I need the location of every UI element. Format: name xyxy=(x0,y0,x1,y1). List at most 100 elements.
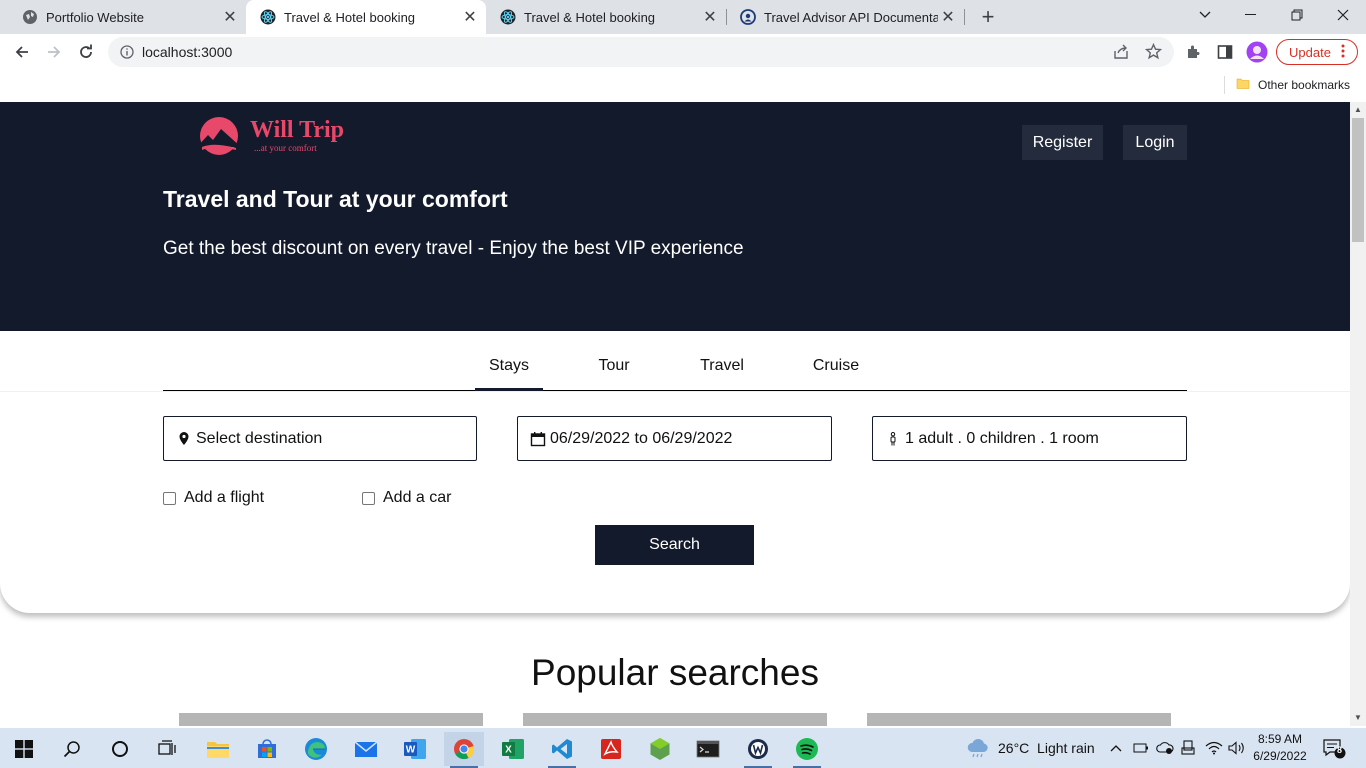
svg-text:W: W xyxy=(406,745,416,756)
add-car-checkbox[interactable]: Add a car xyxy=(362,489,451,507)
hero-title: Travel and Tour at your comfort xyxy=(163,186,508,212)
mountain-sun-icon xyxy=(197,117,241,155)
weather-text: 26°C Light rain xyxy=(998,740,1095,756)
new-tab-button[interactable]: + xyxy=(976,4,1000,29)
other-bookmarks[interactable]: Other bookmarks xyxy=(1236,76,1350,93)
notifications-button[interactable]: 8 xyxy=(1322,728,1346,768)
close-window-button[interactable] xyxy=(1320,0,1366,30)
restore-button[interactable] xyxy=(1274,0,1320,30)
system-clock[interactable]: 8:59 AM 6/29/2022 xyxy=(1250,731,1310,765)
react-icon xyxy=(260,9,276,25)
url-text[interactable]: localhost:3000 xyxy=(142,44,232,60)
scroll-up-arrow[interactable]: ▲ xyxy=(1353,105,1363,114)
tab-api-docs[interactable]: Travel Advisor API Documentation ✕ xyxy=(726,0,964,34)
folder-icon xyxy=(1236,76,1250,93)
bookmarks-bar: Other bookmarks xyxy=(0,70,1366,100)
minimize-button[interactable] xyxy=(1228,0,1274,30)
destination-placeholder: Select destination xyxy=(196,429,323,447)
globe-icon xyxy=(22,9,38,25)
checkbox[interactable] xyxy=(362,491,375,505)
tab-travel[interactable]: Travel xyxy=(695,357,749,375)
page-viewport: Will Trip ...at your comfort Register Lo… xyxy=(0,102,1350,726)
volume-icon[interactable] xyxy=(1228,728,1246,768)
date-range-field[interactable]: 06/29/2022 to 06/29/2022 xyxy=(517,416,832,461)
node-icon[interactable] xyxy=(640,732,680,766)
add-flight-checkbox[interactable]: Add a flight xyxy=(163,489,264,507)
terminal-icon[interactable] xyxy=(688,732,728,766)
address-bar[interactable]: localhost:3000 xyxy=(108,37,1174,67)
edge-icon[interactable] xyxy=(296,732,336,766)
register-button[interactable]: Register xyxy=(1022,125,1103,160)
chrome-icon[interactable] xyxy=(444,732,484,768)
reload-button[interactable] xyxy=(72,38,100,66)
logo[interactable]: Will Trip ...at your comfort xyxy=(194,115,344,155)
add-flight-label: Add a flight xyxy=(184,489,265,506)
cortana-icon[interactable] xyxy=(100,732,140,766)
popular-card[interactable] xyxy=(523,713,827,726)
profile-avatar[interactable] xyxy=(1245,40,1269,64)
search-button[interactable]: Search xyxy=(595,525,754,565)
guests-field[interactable]: 1 adult . 0 children . 1 room xyxy=(872,416,1187,461)
api-icon xyxy=(740,9,756,25)
search-icon[interactable] xyxy=(52,732,92,766)
tab-travel-hotel[interactable]: Travel & Hotel booking ✕ xyxy=(486,0,726,34)
scroll-down-arrow[interactable]: ▼ xyxy=(1353,713,1363,722)
notification-count: 8 xyxy=(1337,745,1343,755)
vscode-icon[interactable] xyxy=(542,732,582,768)
tab-portfolio[interactable]: Portfolio Website ✕ xyxy=(8,0,246,34)
tab-separator xyxy=(964,9,965,25)
tab-travel-hotel-active[interactable]: Travel & Hotel booking ✕ xyxy=(246,0,486,34)
mail-icon[interactable] xyxy=(346,732,386,766)
share-icon[interactable] xyxy=(1113,44,1129,60)
tab-cruise[interactable]: Cruise xyxy=(808,357,864,375)
windows-taskbar: W X 26°C Light rain 8:59 AM 6/29/2022 8 xyxy=(0,728,1366,768)
checkbox[interactable] xyxy=(163,491,176,505)
side-panel-icon[interactable] xyxy=(1213,40,1237,64)
tab-stays[interactable]: Stays xyxy=(475,357,543,391)
task-view-icon[interactable] xyxy=(148,732,188,766)
update-button[interactable]: Update xyxy=(1276,39,1358,65)
browser-tab-strip: Portfolio Website ✕ Travel & Hotel booki… xyxy=(0,0,1366,34)
close-tab-icon[interactable]: ✕ xyxy=(700,7,720,27)
close-tab-icon[interactable]: ✕ xyxy=(460,7,480,27)
tab-tour[interactable]: Tour xyxy=(588,357,640,375)
hero-subtitle: Get the best discount on every travel - … xyxy=(163,238,744,259)
close-tab-icon[interactable]: ✕ xyxy=(938,7,958,27)
forward-button[interactable] xyxy=(40,38,68,66)
battery-icon[interactable] xyxy=(1133,728,1149,768)
show-hidden-icons[interactable] xyxy=(1110,728,1122,768)
divider xyxy=(0,391,1350,392)
clock-time: 8:59 AM xyxy=(1257,732,1303,746)
acrobat-icon[interactable] xyxy=(591,732,631,766)
calendar-icon xyxy=(530,431,546,447)
bookmark-separator xyxy=(1224,76,1225,94)
tab-search-icon[interactable] xyxy=(1182,0,1228,30)
store-icon[interactable] xyxy=(247,732,287,766)
hero-banner: Will Trip ...at your comfort Register Lo… xyxy=(0,102,1350,331)
app-icon[interactable] xyxy=(738,732,778,768)
extensions-icon[interactable] xyxy=(1181,40,1205,64)
onedrive-icon[interactable] xyxy=(1156,728,1174,768)
wifi-icon[interactable] xyxy=(1205,728,1223,768)
scrollbar-thumb[interactable] xyxy=(1352,118,1364,242)
page-scrollbar[interactable]: ▲ ▼ xyxy=(1350,102,1366,726)
add-car-label: Add a car xyxy=(383,489,452,506)
popular-card[interactable] xyxy=(179,713,483,726)
excel-icon[interactable]: X xyxy=(493,732,533,766)
word-icon[interactable]: W xyxy=(395,732,435,766)
close-tab-icon[interactable]: ✕ xyxy=(220,7,240,27)
windows-start-icon[interactable] xyxy=(4,732,44,766)
bookmark-star-icon[interactable] xyxy=(1145,43,1162,60)
info-icon[interactable] xyxy=(120,45,134,59)
category-tabs: Stays Tour Travel Cruise xyxy=(163,331,1187,391)
popular-card[interactable] xyxy=(867,713,1171,726)
login-button[interactable]: Login xyxy=(1123,125,1187,160)
weather-widget[interactable]: 26°C Light rain xyxy=(966,728,1095,768)
date-range-value: 06/29/2022 to 06/29/2022 xyxy=(550,429,733,447)
destination-field[interactable]: Select destination xyxy=(163,416,477,461)
spotify-icon[interactable] xyxy=(787,732,827,768)
usb-icon[interactable] xyxy=(1181,728,1195,768)
svg-text:X: X xyxy=(505,745,512,756)
back-button[interactable] xyxy=(8,38,36,66)
file-explorer-icon[interactable] xyxy=(198,732,238,766)
